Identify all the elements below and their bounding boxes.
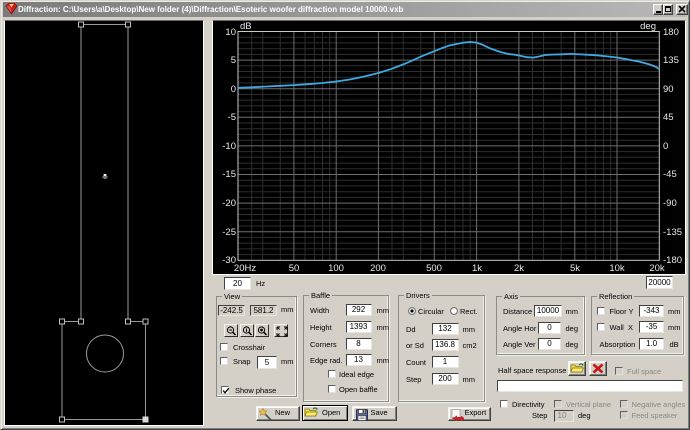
- svg-text:0: 0: [231, 84, 236, 95]
- svg-text:-15: -15: [222, 169, 236, 180]
- svg-text:-5: -5: [228, 112, 236, 123]
- svg-text:45: 45: [663, 112, 674, 123]
- svg-text:5k: 5k: [570, 263, 580, 274]
- svg-text:-45: -45: [663, 169, 677, 180]
- svg-text:20k: 20k: [649, 263, 665, 274]
- svg-text:-90: -90: [663, 198, 677, 209]
- svg-text:90: 90: [663, 84, 674, 95]
- svg-text:0: 0: [663, 141, 668, 152]
- svg-text:500: 500: [426, 263, 442, 274]
- svg-text:135: 135: [663, 55, 679, 66]
- svg-text:deg: deg: [640, 21, 656, 32]
- svg-text:-10: -10: [222, 141, 236, 152]
- svg-text:10: 10: [225, 27, 236, 38]
- svg-text:50: 50: [289, 263, 300, 274]
- svg-text:-20: -20: [222, 198, 236, 209]
- svg-text:2k: 2k: [514, 263, 524, 274]
- svg-text:5: 5: [231, 55, 236, 66]
- svg-text:100: 100: [328, 263, 344, 274]
- svg-text:200: 200: [370, 263, 386, 274]
- svg-text:dB: dB: [240, 21, 252, 32]
- svg-text:-25: -25: [222, 227, 236, 238]
- svg-text:-135: -135: [663, 227, 682, 238]
- svg-text:20Hz: 20Hz: [234, 263, 256, 274]
- svg-text:1k: 1k: [472, 263, 482, 274]
- svg-text:180: 180: [663, 27, 679, 38]
- svg-text:10k: 10k: [609, 263, 625, 274]
- svg-text:-180: -180: [663, 255, 682, 266]
